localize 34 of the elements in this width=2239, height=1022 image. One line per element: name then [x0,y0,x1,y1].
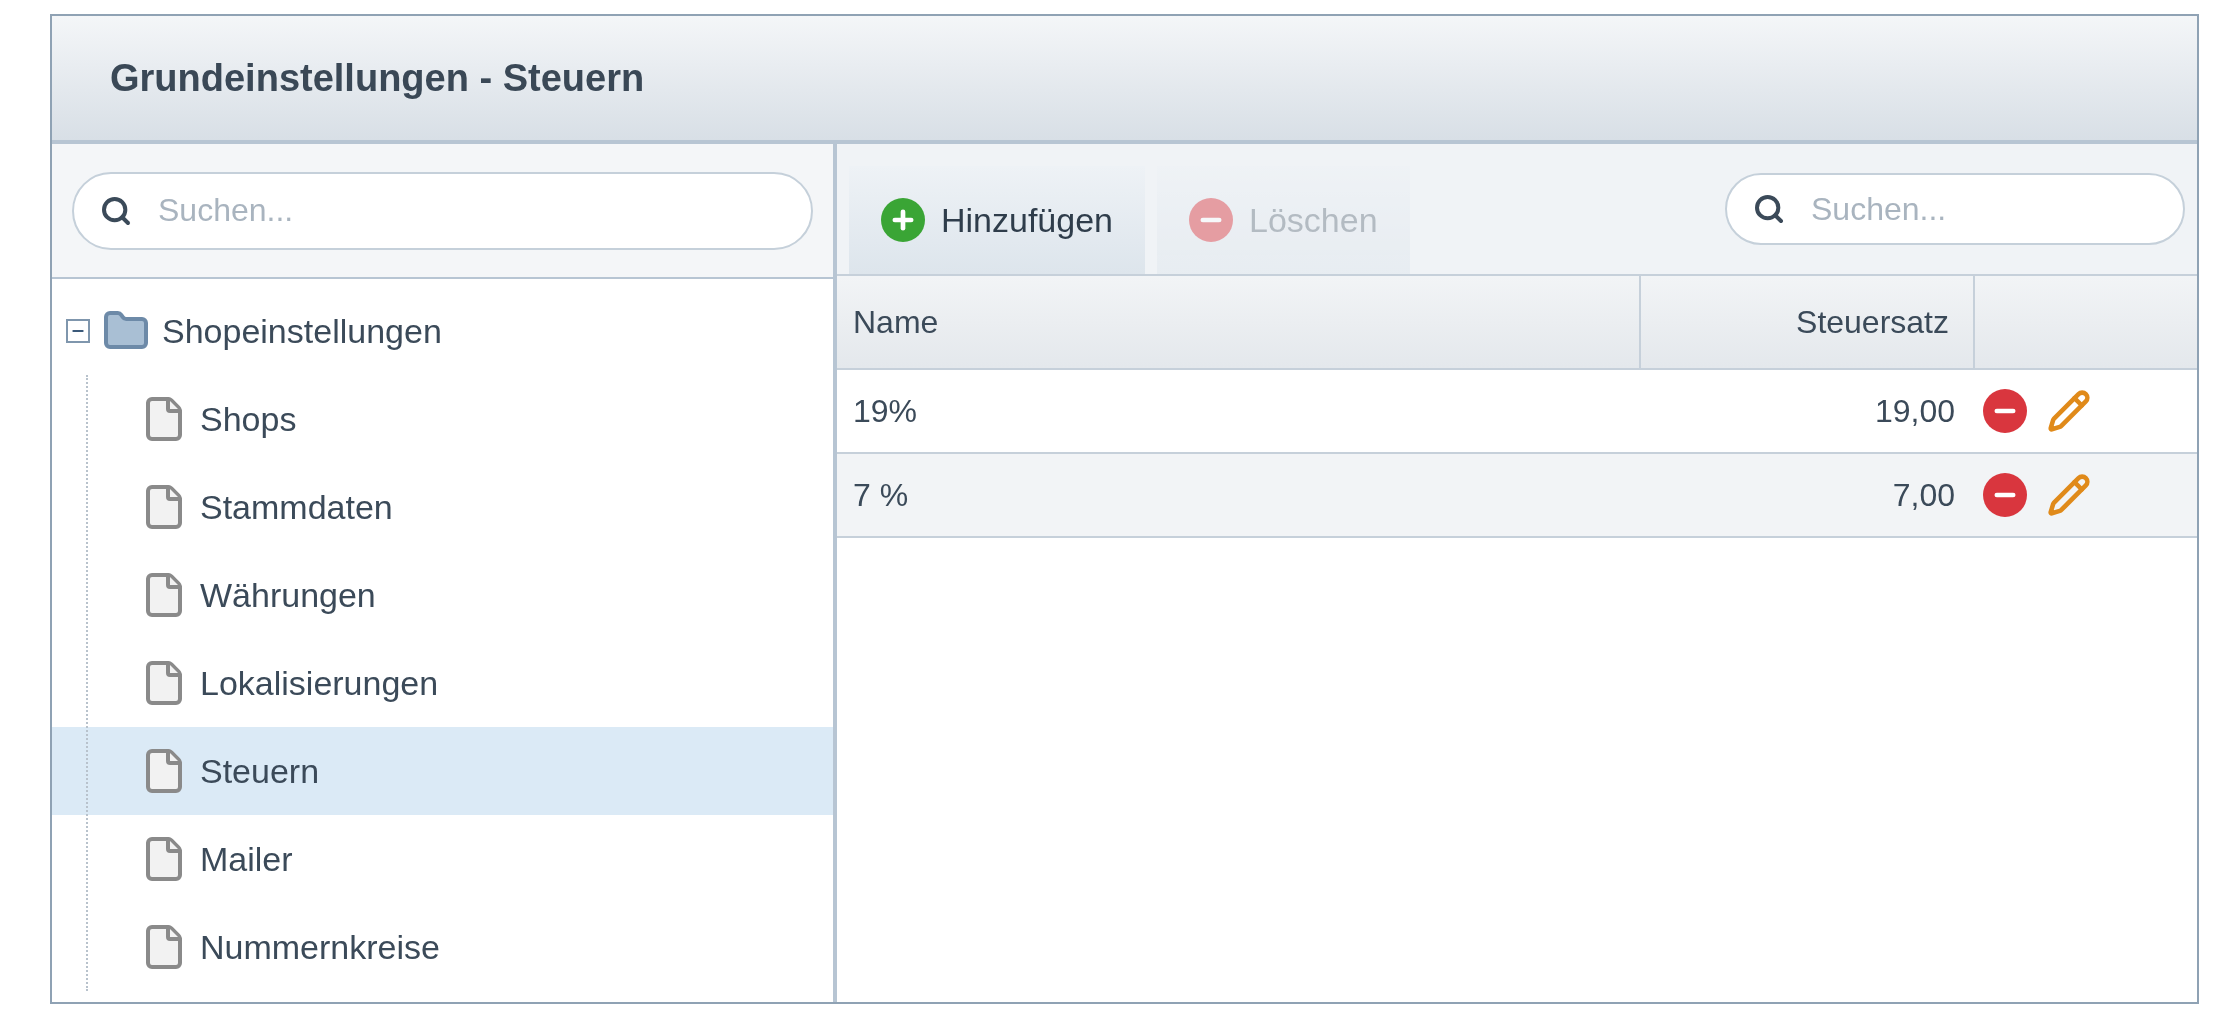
tree-item[interactable]: Steuern [52,727,833,815]
tree-label: Shopeinstellungen [162,310,442,352]
tree-label: Shops [200,398,297,440]
edit-icon[interactable] [2047,473,2091,517]
tree-item[interactable]: Lokalisierungen [52,639,833,727]
search-field[interactable]: Suchen... [72,171,813,250]
table-cell-text: 19% [852,392,919,431]
window-title: Grundeinstellungen - Steuern [110,55,645,101]
delete-row-icon[interactable] [1983,389,2027,433]
tree-label: Währungen [200,574,376,616]
search-icon [1753,193,1785,225]
tree-item[interactable]: Mailer [52,815,833,903]
tree-item[interactable]: Shops [52,375,833,463]
tree-item[interactable]: Stammdaten [52,463,833,551]
column-header[interactable]: Steuersatz [1641,276,1975,368]
tree-label: Lokalisierungen [200,662,439,704]
plus-icon [881,198,925,242]
tree-label: Nummernkreise [200,926,440,968]
search-field[interactable]: Suchen... [1725,173,2185,245]
table-cell-text: 19,00 [1873,392,1955,431]
tree-label: Steuern [200,750,320,792]
tree-item[interactable]: Währungen [52,551,833,639]
collapse-icon[interactable] [66,319,90,343]
search-icon [100,194,132,227]
tree-label: Stammdaten [200,486,393,528]
column-header[interactable]: Name [837,276,1641,368]
table-cell-text: 7 % [852,476,910,515]
minus-icon [1189,198,1233,242]
edit-icon[interactable] [2047,389,2091,433]
tree-item[interactable]: Shopeinstellungen [52,287,833,375]
delete-row-icon[interactable] [1983,473,2027,517]
tree-label: Mailer [200,838,293,880]
tree-item[interactable]: Nummernkreise [52,903,833,991]
table-cell-text: 7,00 [1891,476,1955,515]
